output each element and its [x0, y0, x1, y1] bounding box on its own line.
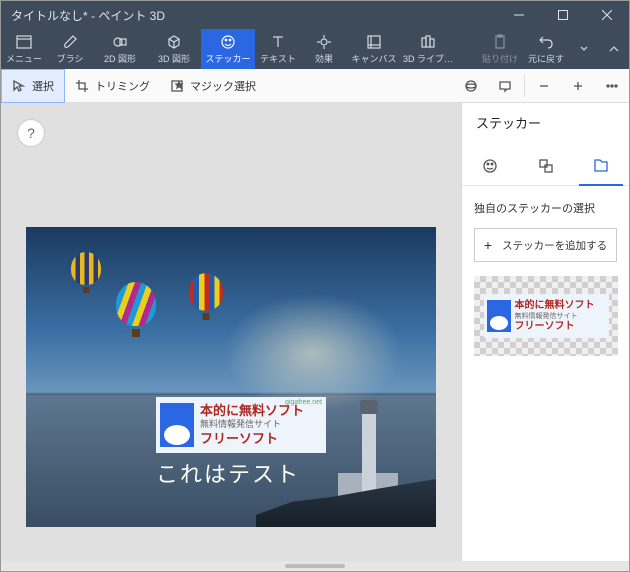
maximize-button[interactable] [541, 1, 585, 29]
balloon-graphic [189, 273, 223, 320]
thumb-sub: 無料情報発信サイト [515, 311, 595, 321]
panel-title: ステッカー [462, 103, 629, 146]
tab-3d-label: 3D 図形 [158, 52, 190, 65]
canvas-icon [366, 34, 382, 50]
panel-tab-custom[interactable] [573, 146, 629, 185]
sticker-icon [220, 34, 236, 50]
history-dropdown[interactable] [569, 29, 599, 69]
tab-sticker-label: ステッカー [205, 52, 250, 65]
balloon-graphic [71, 252, 101, 293]
tab-brush[interactable]: ブラシ [47, 29, 93, 69]
add-sticker-button[interactable]: + ステッカーを追加する [474, 228, 617, 262]
thumb-line2: フリーソフト [515, 321, 595, 333]
thumb-line1: 本的に無料ソフト [515, 300, 595, 312]
close-button[interactable] [585, 1, 629, 29]
thumb-logo-icon [487, 300, 511, 332]
paste-icon [492, 34, 508, 50]
canvas-text[interactable]: これはテスト [156, 457, 300, 489]
zoom-in-button[interactable] [561, 69, 595, 103]
add-sticker-label: ステッカーを追加する [502, 238, 607, 253]
crop-tool[interactable]: トリミング [65, 69, 160, 103]
tab-canvas-label: キャンバス [351, 52, 396, 65]
canvas-image[interactable]: 本的に無料ソフト 無料情報発信サイト フリーソフト gigafree.net こ… [26, 227, 436, 527]
tab-menu[interactable]: メニュー [1, 29, 47, 69]
panel-tab-shapes[interactable] [462, 146, 518, 185]
side-panel: ステッカー 独自のステッカーの選択 + ステッカーを追加する 本 [461, 103, 629, 561]
collapse-ribbon[interactable] [599, 29, 629, 69]
canvas-area[interactable]: ? 本的に無料ソフト 無料情報発信サイト フリーソフト gigaf [1, 103, 461, 561]
placed-sticker[interactable]: 本的に無料ソフト 無料情報発信サイト フリーソフト gigafree.net [156, 397, 326, 453]
paste-label: 貼り付け [482, 52, 518, 65]
undo-icon [538, 34, 554, 50]
tab-text[interactable]: テキスト [255, 29, 301, 69]
crop-label: トリミング [95, 78, 150, 94]
sticker-corner: gigafree.net [285, 399, 322, 406]
panel-tab-textures[interactable] [518, 146, 574, 185]
menu-icon [16, 34, 32, 50]
titlebar: タイトルなし* - ペイント 3D [1, 1, 629, 29]
window-title: タイトルなし* - ペイント 3D [1, 7, 497, 24]
tab-sticker[interactable]: ステッカー [201, 29, 255, 69]
tab-canvas[interactable]: キャンバス [347, 29, 401, 69]
lighthouse-graphic [362, 412, 376, 497]
shape2d-icon [112, 34, 128, 50]
tab-effects-label: 効果 [315, 52, 333, 65]
sticker-sub: 無料情報発信サイト [200, 419, 304, 430]
help-button[interactable]: ? [17, 119, 45, 147]
view-3d-button[interactable] [454, 69, 488, 103]
effects-icon [316, 34, 332, 50]
plus-icon: + [484, 237, 492, 253]
balloon-graphic [116, 282, 156, 337]
shape3d-icon [166, 34, 182, 50]
sticker-logo-icon [160, 403, 194, 447]
undo-button[interactable]: 元に戻す [523, 29, 569, 69]
panel-tabs [462, 146, 629, 186]
horizontal-scrollbar[interactable] [1, 561, 629, 571]
select-tool[interactable]: 選択 [1, 69, 65, 103]
tab-menu-label: メニュー [6, 52, 42, 65]
brush-icon [62, 34, 78, 50]
tab-2d-shapes[interactable]: 2D 図形 [93, 29, 147, 69]
sticker-line2: フリーソフト [200, 431, 304, 447]
paste-button[interactable]: 貼り付け [477, 29, 523, 69]
sticker-thumbnail[interactable]: 本的に無料ソフト 無料情報発信サイト フリーソフト [474, 276, 618, 356]
tab-3d-shapes[interactable]: 3D 図形 [147, 29, 201, 69]
section-label: 独自のステッカーの選択 [474, 200, 617, 216]
tab-3d-library-label: 3D ライブ… [403, 52, 453, 65]
library-icon [420, 34, 436, 50]
mixed-reality-button[interactable] [488, 69, 522, 103]
tab-2d-label: 2D 図形 [104, 52, 136, 65]
tab-3d-library[interactable]: 3D ライブ… [401, 29, 455, 69]
tab-text-label: テキスト [260, 52, 296, 65]
tab-brush-label: ブラシ [57, 52, 84, 65]
toolbar: 選択 トリミング マジック選択 [1, 69, 629, 103]
magic-select-tool[interactable]: マジック選択 [160, 69, 266, 103]
minimize-button[interactable] [497, 1, 541, 29]
select-label: 選択 [32, 78, 54, 94]
undo-label: 元に戻す [528, 52, 564, 65]
magic-label: マジック選択 [190, 78, 256, 94]
more-button[interactable] [595, 69, 629, 103]
text-icon [270, 34, 286, 50]
zoom-out-button[interactable] [527, 69, 561, 103]
tab-effects[interactable]: 効果 [301, 29, 347, 69]
ribbon: メニュー ブラシ 2D 図形 3D 図形 ステッカー テキスト 効果 キャンバ [1, 29, 629, 69]
